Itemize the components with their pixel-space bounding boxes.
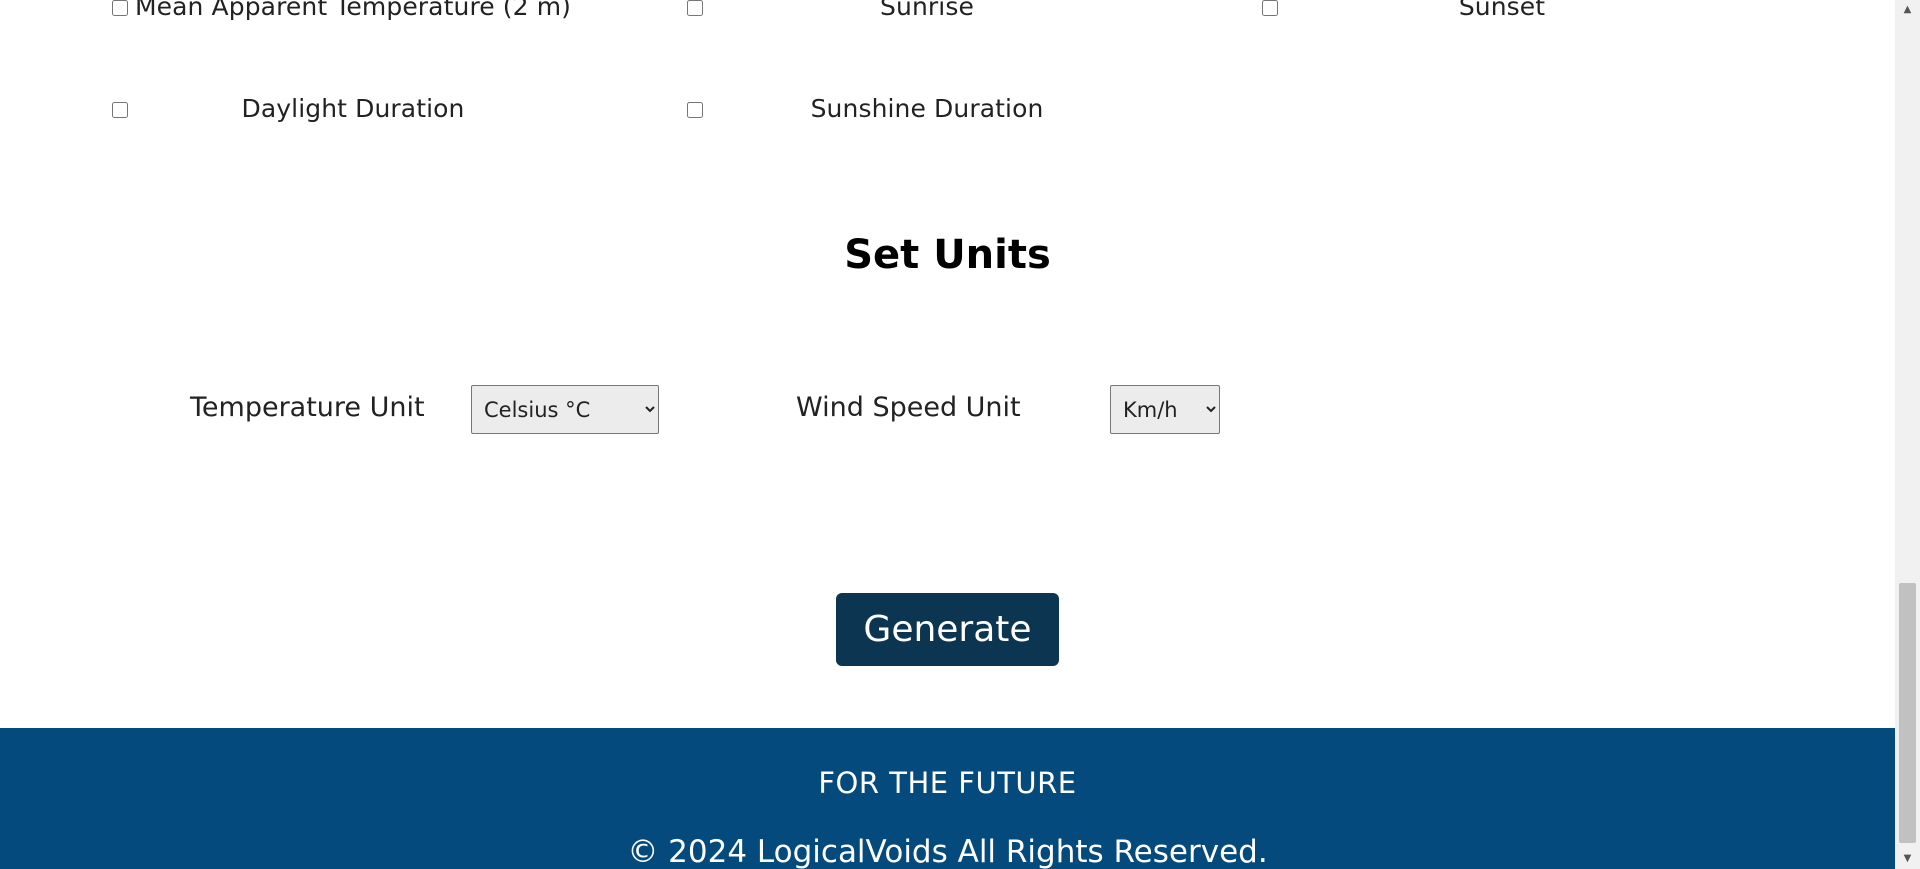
footer-tagline: FOR THE FUTURE — [818, 766, 1077, 800]
checkbox-sunshine-duration[interactable] — [687, 102, 703, 118]
checkbox-mean-apparent-temperature[interactable] — [112, 0, 128, 16]
option-label-sunrise: Sunrise — [880, 0, 974, 21]
option-label-mean-apparent-temperature: Mean Apparent Temperature (2 m) — [134, 0, 572, 21]
page: Mean Apparent Temperature (2 m) Sunrise … — [0, 0, 1895, 869]
option-sunrise[interactable] — [687, 0, 703, 28]
scroll-up-arrow-icon[interactable]: ▲ — [1895, 0, 1920, 20]
scrollbar-thumb[interactable] — [1899, 583, 1916, 843]
temperature-unit-select[interactable]: Celsius °C — [471, 385, 659, 434]
set-units-title: Set Units — [844, 232, 1051, 278]
wind-speed-unit-select[interactable]: Km/h — [1110, 385, 1220, 434]
temperature-unit-label: Temperature Unit — [190, 392, 425, 423]
wind-speed-unit-label: Wind Speed Unit — [796, 392, 1021, 423]
option-sunset[interactable] — [1262, 0, 1278, 28]
checkbox-sunrise[interactable] — [687, 0, 703, 16]
option-mean-apparent-temperature[interactable] — [112, 0, 128, 28]
option-daylight-duration[interactable] — [112, 90, 128, 130]
footer-copyright: © 2024 LogicalVoids All Rights Reserved. — [627, 834, 1268, 869]
page-scrollbar[interactable]: ▲ ▼ — [1895, 0, 1920, 869]
footer: FOR THE FUTURE © 2024 LogicalVoids All R… — [0, 728, 1895, 869]
checkbox-daylight-duration[interactable] — [112, 102, 128, 118]
option-sunshine-duration[interactable] — [687, 90, 703, 130]
checkbox-sunset[interactable] — [1262, 0, 1278, 16]
scroll-down-arrow-icon[interactable]: ▼ — [1895, 849, 1920, 869]
option-label-sunset: Sunset — [1458, 0, 1546, 21]
option-label-daylight-duration: Daylight Duration — [241, 94, 465, 123]
option-label-sunshine-duration: Sunshine Duration — [810, 94, 1044, 123]
generate-button[interactable]: Generate — [836, 593, 1059, 666]
